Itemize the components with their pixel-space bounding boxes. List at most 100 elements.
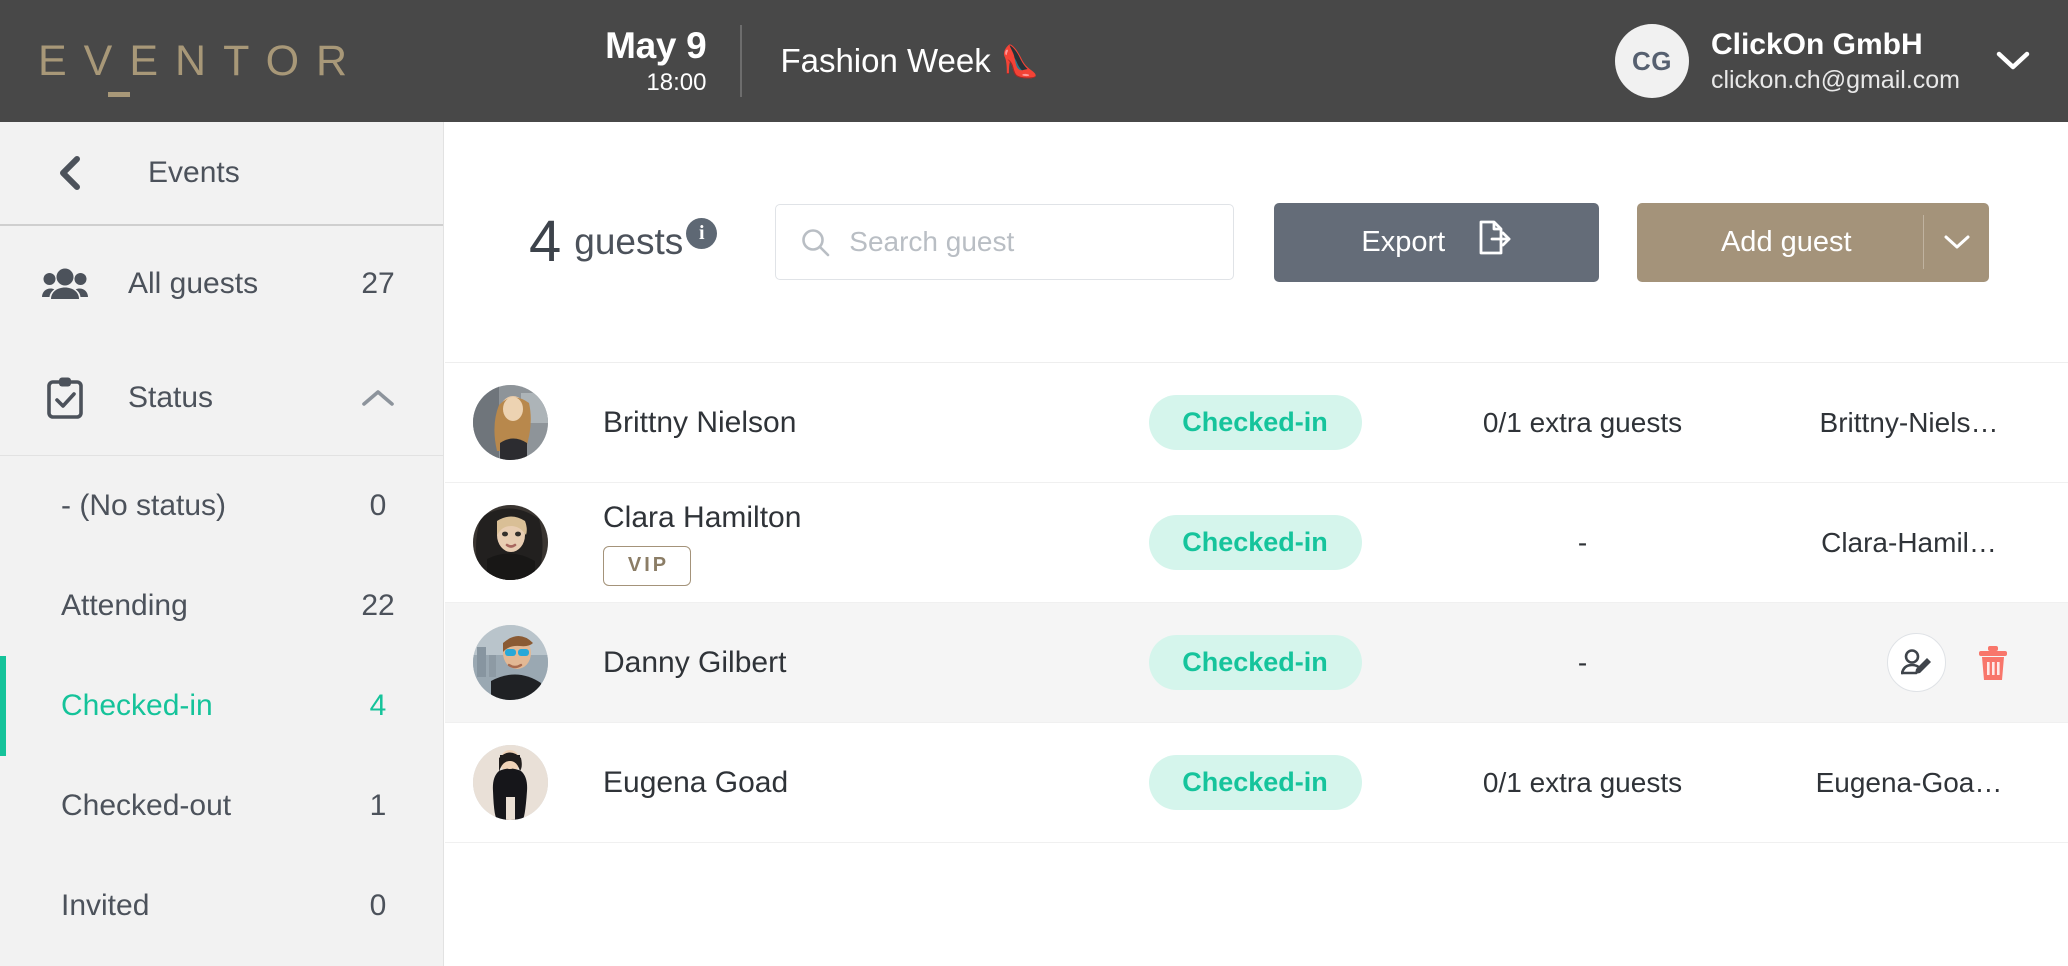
sidebar-item-count: 27 (361, 266, 395, 300)
chevron-down-icon[interactable] (1996, 50, 2030, 72)
export-button-label: Export (1361, 225, 1446, 258)
guest-avatar-cell (445, 625, 575, 700)
sidebar-subitem-label: Attending (61, 589, 188, 622)
guest-extra-guests: - (1577, 526, 1588, 558)
sidebar-item-checked-in[interactable]: Checked-in 4 (0, 656, 443, 756)
add-guest-label: Add guest (1720, 225, 1852, 258)
add-guest-button[interactable]: Add guest (1637, 202, 1990, 282)
top-bar: EVENTOR May 9 18:00 Fashion Week 👠 CG Cl… (0, 0, 2068, 122)
sidebar-back-header[interactable]: Events (0, 122, 443, 226)
guest-name-cell: Eugena Goad (575, 764, 1105, 802)
guest-name: Brittny Nielson (603, 405, 797, 439)
chevron-up-icon[interactable] (361, 388, 395, 408)
guest-name-cell: Brittny Nielson (575, 404, 1105, 442)
table-row[interactable]: Eugena Goad Checked-in 0/1 extra guests … (445, 723, 2068, 843)
guest-status-cell: Checked-in (1105, 395, 1405, 450)
guest-reference: Eugena-Goa… (1815, 766, 2003, 798)
event-date-day: May 9 (605, 24, 707, 66)
guest-table: Brittny Nielson Checked-in 0/1 extra gue… (445, 363, 2068, 843)
account-email: clickon.ch@gmail.com (1710, 66, 1960, 94)
sidebar-subitem-count: 1 (369, 789, 387, 822)
main-panel: 4 guests i Export (445, 122, 2068, 966)
app-logo[interactable]: EVENTOR (38, 36, 381, 97)
account-menu[interactable]: CG ClickOn GmbH clickon.ch@gmail.com (1614, 24, 2038, 98)
search-input[interactable] (849, 226, 1200, 258)
header-divider (740, 25, 743, 97)
sidebar-subitem-label: Checked-out (61, 789, 232, 822)
search-box[interactable] (775, 204, 1235, 280)
sidebar-item-label: All guests (128, 266, 259, 300)
account-text: ClickOn GmbH clickon.ch@gmail.com (1711, 27, 1960, 95)
row-actions (1887, 603, 2068, 722)
guest-name-cell: Danny Gilbert (575, 644, 1105, 682)
table-row[interactable]: Danny Gilbert Checked-in - (445, 603, 2068, 723)
sidebar-item-checked-out[interactable]: Checked-out 1 (0, 756, 443, 856)
guest-avatar-cell (445, 505, 575, 580)
guest-count-number: 4 (529, 209, 562, 275)
sidebar-item-attending[interactable]: Attending 22 (0, 556, 443, 656)
guest-reference: Clara-Hamil… (1821, 526, 1997, 558)
guest-name: Danny Gilbert (603, 645, 787, 679)
guest-name: Eugena Goad (603, 765, 789, 799)
event-title-text: Fashion Week (780, 42, 991, 79)
export-file-icon (1478, 220, 1512, 264)
account-name: ClickOn GmbH (1710, 28, 1923, 61)
status-badge: Checked-in (1148, 515, 1362, 570)
trash-icon[interactable] (1976, 644, 2010, 682)
sidebar-back-label: Events (148, 156, 240, 189)
event-date-time: 18:00 (646, 68, 707, 96)
table-row[interactable]: Brittny Nielson Checked-in 0/1 extra gue… (445, 363, 2068, 483)
guest-toolbar: 4 guests i Export (445, 122, 2068, 363)
status-badge: Checked-in (1148, 755, 1362, 810)
status-badge: Checked-in (1148, 635, 1362, 690)
guest-avatar-cell (445, 745, 575, 820)
sidebar-status-list: - (No status) 0 Attending 22 Checked-in … (0, 456, 443, 956)
guest-reference: Brittny-Niels… (1819, 406, 1999, 438)
event-title: Fashion Week 👠 (780, 42, 1039, 80)
sidebar-subitem-count: 0 (369, 889, 387, 922)
sidebar-subitem-label: - (No status) (61, 489, 227, 522)
sidebar: Events All guests 27 Status - (No status… (0, 122, 444, 966)
guest-extra-guests: - (1577, 646, 1588, 678)
guest-count: 4 guests i (529, 209, 718, 275)
people-icon (34, 266, 96, 302)
avatar (472, 745, 548, 820)
edit-guest-icon[interactable] (1887, 633, 1946, 692)
avatar (472, 505, 548, 580)
sidebar-subitem-label: Invited (61, 889, 150, 922)
app-logo-text: EVENTOR (38, 36, 365, 85)
sidebar-subitem-label: Checked-in (61, 689, 213, 722)
export-button[interactable]: Export (1274, 202, 1600, 282)
sidebar-subitem-count: 0 (369, 489, 387, 522)
vip-badge: VIP (603, 545, 691, 586)
chevron-down-icon[interactable] (1924, 233, 1989, 251)
avatar (472, 385, 548, 460)
sidebar-subitem-count: 22 (361, 589, 395, 622)
status-badge: Checked-in (1148, 395, 1362, 450)
guest-name: Clara Hamilton (603, 501, 802, 535)
sidebar-item-no-status[interactable]: - (No status) 0 (0, 456, 443, 556)
guest-avatar-cell (445, 385, 575, 460)
avatar-initials-text: CG (1631, 45, 1672, 76)
chevron-left-icon[interactable] (57, 156, 83, 190)
sidebar-item-invited[interactable]: Invited 0 (0, 856, 443, 956)
sidebar-item-all-guests[interactable]: All guests 27 (0, 226, 443, 341)
sidebar-item-status[interactable]: Status (0, 341, 443, 456)
guest-extra-guests: 0/1 extra guests (1482, 766, 1683, 798)
guest-status-cell: Checked-in (1105, 515, 1405, 570)
avatar: CG (1614, 24, 1689, 98)
guest-count-label: guests (574, 221, 684, 263)
sidebar-subitem-count: 4 (369, 689, 387, 722)
high-heel-icon: 👠 (1000, 43, 1040, 79)
event-date-block: May 9 18:00 (605, 24, 707, 96)
guest-extra-guests: 0/1 extra guests (1482, 406, 1683, 438)
table-row[interactable]: Clara Hamilton VIP Checked-in - Clara-Ha… (445, 483, 2068, 603)
avatar (472, 625, 548, 700)
guest-name-cell: Clara Hamilton VIP (575, 499, 1105, 586)
sidebar-item-label: Status (128, 381, 214, 414)
guest-status-cell: Checked-in (1105, 635, 1405, 690)
clipboard-check-icon (34, 376, 96, 420)
guest-status-cell: Checked-in (1105, 755, 1405, 810)
info-icon[interactable]: i (686, 218, 718, 250)
logo-underline-accent (108, 91, 130, 97)
